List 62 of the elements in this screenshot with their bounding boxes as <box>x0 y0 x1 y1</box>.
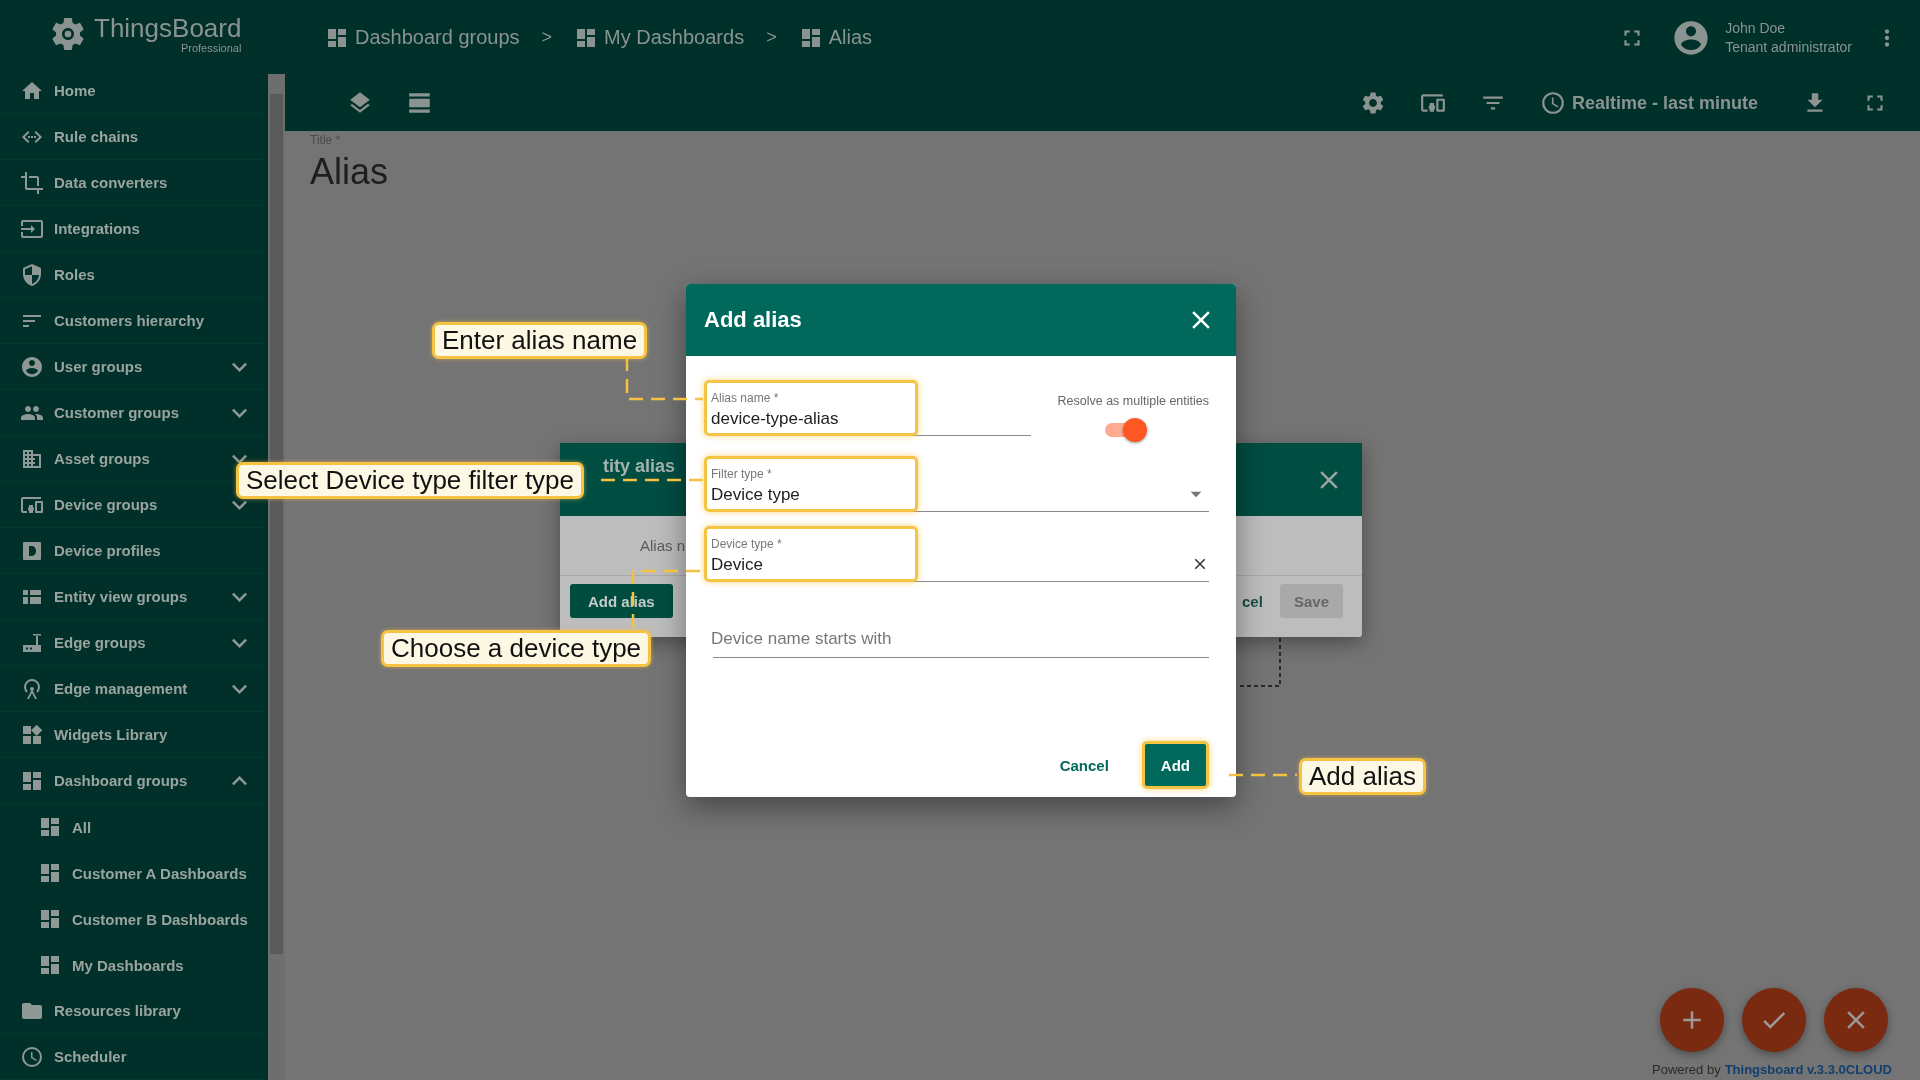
dashboard-icon <box>38 953 62 977</box>
timewindow-button[interactable]: Realtime - last minute <box>1539 90 1758 116</box>
breadcrumb-separator: > <box>541 27 553 48</box>
callout-label: Choose a device type <box>381 630 652 667</box>
breadcrumb-separator: > <box>766 27 777 48</box>
callout-label: Add alias <box>1299 758 1426 795</box>
sidebar-item[interactable]: Customers hierarchy <box>0 298 267 344</box>
sidebar-item[interactable]: Entity view groups <box>0 574 267 620</box>
breadcrumb-link[interactable]: Alias <box>798 25 872 50</box>
sidebar-item[interactable]: Rule chains <box>0 114 267 160</box>
sidebar-item[interactable]: Edge groups <box>0 620 267 666</box>
crop-icon <box>20 170 44 195</box>
sidebar-item[interactable]: Data converters <box>0 160 267 206</box>
dialog-button[interactable]: cel <box>1240 584 1265 618</box>
sidebar-subitem[interactable]: Customer A Dashboards <box>0 850 267 896</box>
leader-line <box>1229 773 1297 777</box>
sidebar-subitem[interactable]: All <box>0 804 267 850</box>
clock-icon <box>1539 90 1566 116</box>
input-field[interactable]: Alias name * device-type-alias <box>704 380 918 436</box>
edition-label: Professional <box>180 42 242 54</box>
input-field[interactable]: Filter type * Device type <box>704 456 918 512</box>
sidebar-item[interactable]: Roles <box>0 252 267 298</box>
dialog-button[interactable]: Cancel <box>1040 741 1128 789</box>
person-icon <box>20 354 44 379</box>
dashboard-icon <box>38 815 62 839</box>
shield-icon <box>20 262 44 287</box>
user-name: John Doe <box>1725 20 1787 36</box>
callout-label: Enter alias name <box>432 322 648 359</box>
sidebar-item[interactable]: Edge management <box>0 666 267 712</box>
footer-text: Powered by <box>1652 1062 1721 1077</box>
breadcrumb-link[interactable]: My Dashboards <box>574 25 745 50</box>
sidebar-item[interactable]: Widgets Library <box>0 712 267 758</box>
sidebar-item[interactable]: Device profiles <box>0 528 267 574</box>
input-field[interactable]: Device name starts with <box>704 602 1158 658</box>
dialog-title: tity alias <box>603 456 676 477</box>
sidebar-subitem[interactable]: Customer B Dashboards <box>0 896 267 942</box>
sidebar-item[interactable]: Integrations <box>0 206 267 252</box>
dashed-outline <box>1237 637 1281 687</box>
dialog-button[interactable]: Add <box>1141 741 1209 789</box>
sidebar-item[interactable]: Customer groups <box>0 390 267 436</box>
sidebar-item[interactable]: User groups <box>0 344 267 390</box>
column-header: Alias n <box>640 537 686 554</box>
toggle-switch[interactable] <box>1103 418 1147 442</box>
logo-text: ThingsBoard <box>94 14 242 42</box>
cancel-button[interactable] <box>1824 988 1888 1052</box>
breadcrumb-link[interactable]: Dashboard groups <box>325 25 520 50</box>
dashboard-icon <box>38 907 62 931</box>
sidebar-item[interactable]: Scheduler <box>0 1034 267 1080</box>
widgets-icon <box>20 722 44 747</box>
sidebar-subitem[interactable]: My Dashboards <box>0 942 267 988</box>
layout-icon[interactable] <box>407 90 433 116</box>
input-field[interactable]: Device type * Device <box>704 526 918 582</box>
sidebar-item[interactable]: Dashboard groups <box>0 758 267 804</box>
toggle-label: Resolve as multiple entities <box>1057 394 1209 408</box>
callout-label: Select Device type filter type <box>236 462 585 499</box>
sidebar-item[interactable]: Resources library <box>0 988 267 1034</box>
user-role: Tenant administrator <box>1725 39 1852 55</box>
page-title: Alias <box>310 151 390 193</box>
clock-icon <box>20 1044 44 1069</box>
dialog-title: Add alias <box>704 307 802 333</box>
sidebar-item[interactable]: Home <box>0 68 267 114</box>
dashboard-icon <box>38 861 62 885</box>
